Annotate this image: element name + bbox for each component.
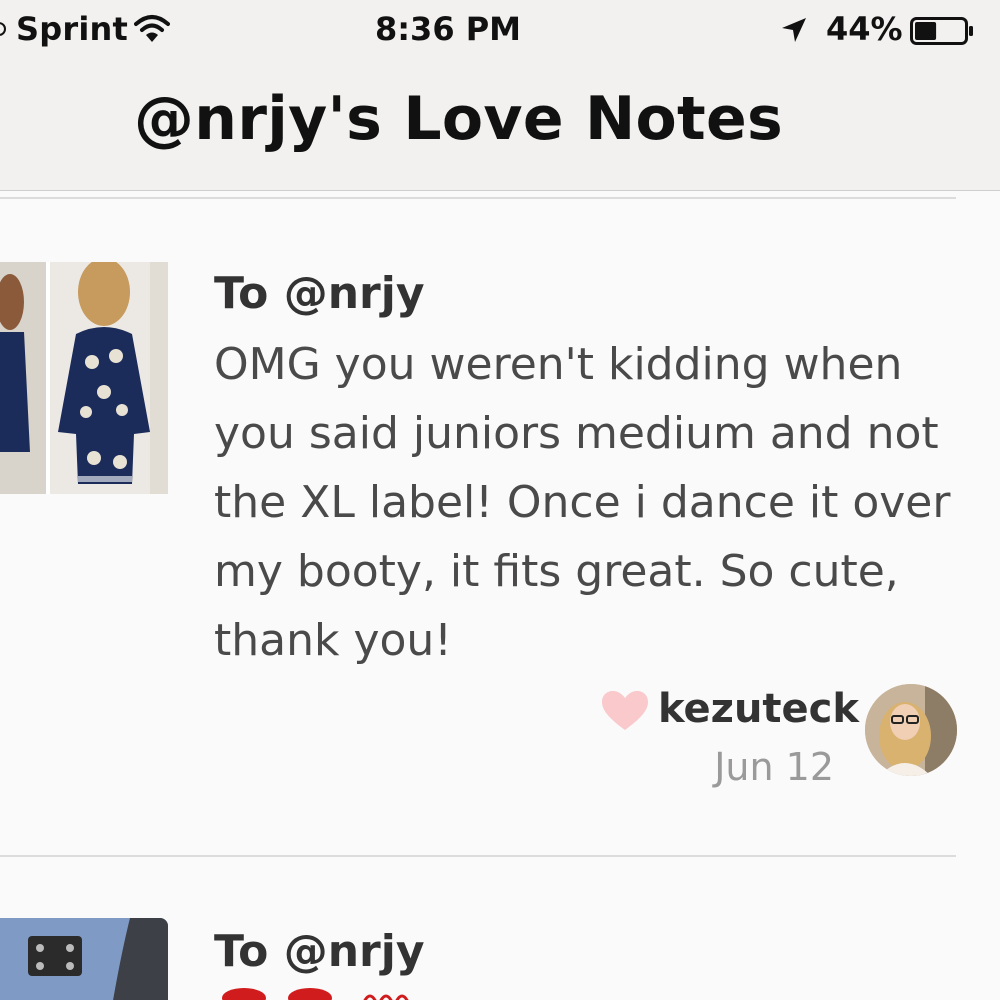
- product-thumbnail[interactable]: [0, 262, 168, 494]
- top-bar: Sprint 8:36 PM 44% @nrjy's Love Notes: [0, 0, 1000, 191]
- avatar[interactable]: [865, 684, 957, 776]
- note-recipient: To @nrjy: [214, 268, 425, 319]
- battery-icon: [910, 17, 973, 45]
- note-recipient: To @nrjy: [214, 926, 425, 977]
- clock: 8:36 PM: [374, 10, 522, 48]
- status-bar: Sprint 8:36 PM 44%: [0, 0, 1000, 64]
- note-message: OMG you weren't kidding when you said ju…: [214, 339, 951, 666]
- battery-percent: 44%: [826, 10, 903, 48]
- location-arrow-icon: [782, 18, 806, 42]
- product-thumbnail[interactable]: [0, 918, 168, 1000]
- page-title: @nrjy's Love Notes: [134, 84, 784, 154]
- divider: [0, 855, 956, 857]
- heart-icon[interactable]: [601, 690, 649, 732]
- sender-username[interactable]: kezuteck: [658, 686, 859, 732]
- divider: [0, 197, 956, 199]
- note-date: Jun 12: [714, 745, 834, 789]
- love-notes-screen: Sprint 8:36 PM 44% @nrjy's Love Notes To…: [0, 0, 1000, 1000]
- emoji-row: [222, 988, 409, 1000]
